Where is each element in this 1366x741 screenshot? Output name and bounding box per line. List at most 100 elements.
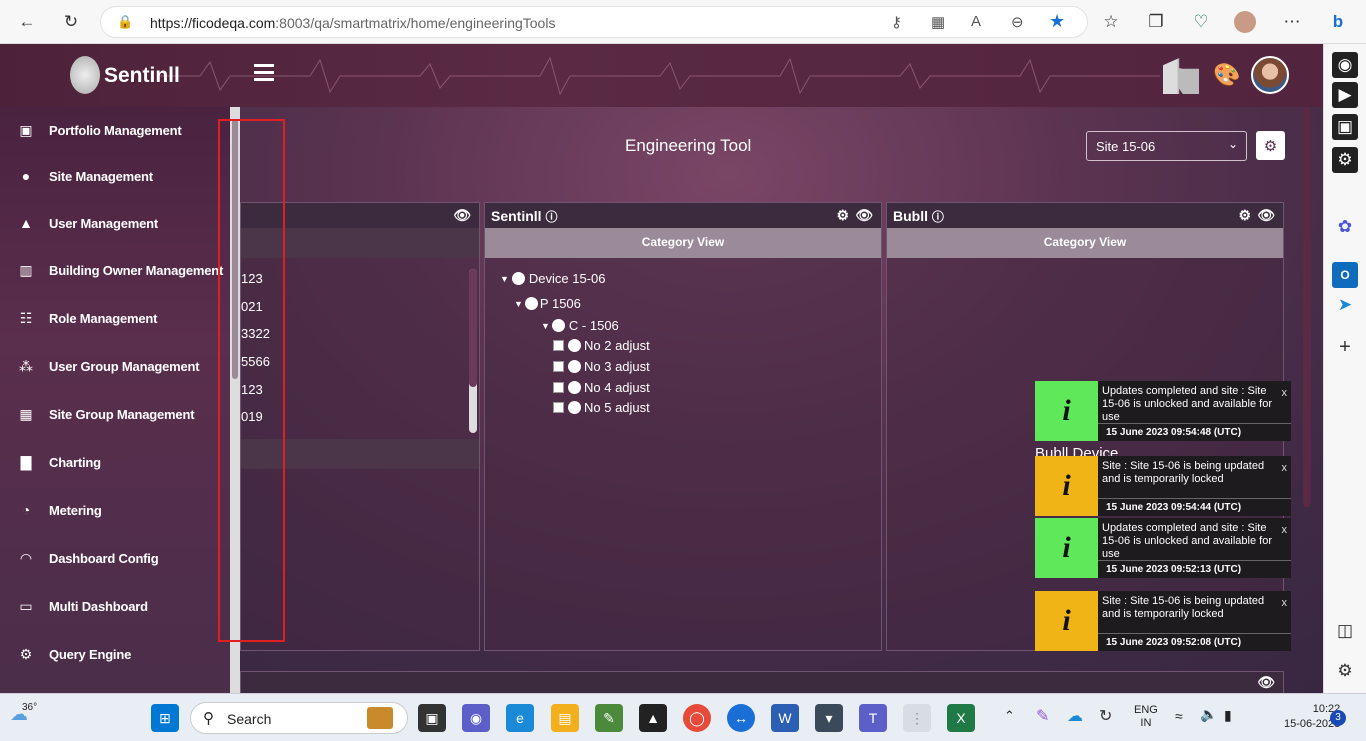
hamburger-menu-icon[interactable] — [254, 64, 274, 82]
profile-avatar[interactable] — [1234, 11, 1256, 33]
chat-icon[interactable]: ◉ — [462, 704, 490, 732]
chrome-icon[interactable]: ◯ — [683, 704, 711, 732]
tree-point[interactable]: No 4 adjust — [553, 380, 650, 395]
sidebar-item-query-engine[interactable]: ⚙ Query Engine — [0, 634, 230, 674]
notification-badge[interactable]: 3 — [1330, 710, 1346, 726]
excel-icon[interactable]: X — [947, 704, 975, 732]
collections-icon[interactable]: ❐ — [1145, 11, 1167, 33]
point-checkbox[interactable] — [553, 361, 564, 372]
browser-toolbar: ← ↻ 🔒 https://ficodeqa.com:8003/qa/smart… — [0, 0, 1366, 44]
site-select[interactable]: Site 15-06 ⌄ — [1086, 131, 1247, 161]
eye-icon[interactable]: 👁 — [855, 207, 873, 224]
health-icon[interactable]: ♡ — [1190, 11, 1212, 33]
send-icon[interactable]: ➤ — [1332, 292, 1358, 318]
buildings-icon[interactable] — [1163, 58, 1199, 94]
eye-icon[interactable]: 👁 — [453, 207, 471, 224]
info-icon[interactable]: ⓘ — [932, 210, 944, 224]
toast-message: Site : Site 15-06 is being updated and i… — [1102, 460, 1265, 485]
bing-icon[interactable]: b — [1327, 11, 1349, 33]
sidebar-item-label: Dashboard Config — [49, 550, 159, 566]
users-icon: ⁂ — [19, 357, 33, 374]
palette-icon[interactable]: 🎨 — [1213, 64, 1240, 86]
tree-device[interactable]: ▼ Device 15-06 — [500, 271, 606, 286]
favorites-icon[interactable]: ☆ — [1100, 11, 1122, 33]
point-checkbox[interactable] — [553, 382, 564, 393]
eye-icon[interactable]: 👁 — [1257, 674, 1275, 691]
add-icon[interactable]: + — [1332, 334, 1358, 360]
camera-icon[interactable]: ◉ — [1332, 52, 1358, 78]
tree-c[interactable]: ▼ C - 1506 — [541, 318, 619, 333]
tree-p[interactable]: ▼ P 1506 — [514, 296, 581, 311]
teamviewer-icon[interactable]: ↔ — [727, 704, 755, 732]
info-icon[interactable]: ⓘ — [545, 210, 557, 224]
sidebar-item-portfolio-management[interactable]: ▣ Portfolio Management — [0, 110, 230, 150]
chip-icon[interactable]: ⚙ — [1238, 207, 1251, 224]
edge-icon[interactable]: e — [506, 704, 534, 732]
onedrive-icon[interactable]: ☁ — [1067, 706, 1083, 726]
toast-notification: i Site : Site 15-06 is being updated and … — [1035, 456, 1291, 516]
search-box[interactable]: ⚲ Search — [190, 702, 408, 734]
gallery-icon[interactable]: ▣ — [1332, 114, 1358, 140]
copilot-icon[interactable]: ✿ — [1332, 214, 1358, 240]
chart-icon: ▇ — [20, 453, 32, 470]
split-view-icon[interactable]: ◫ — [1332, 618, 1358, 644]
chip-icon[interactable]: ⚙ — [836, 207, 849, 224]
sidebar-item-role-management[interactable]: ☷ Role Management — [0, 298, 230, 338]
point-checkbox[interactable] — [553, 340, 564, 351]
brain-logo-icon — [70, 56, 100, 94]
pen-icon[interactable]: ✎ — [1036, 706, 1049, 726]
chevron-up-icon[interactable]: ⌃ — [1004, 708, 1015, 724]
close-icon[interactable]: x — [1282, 597, 1288, 609]
outlook-icon[interactable]: O — [1332, 262, 1358, 288]
sidebar-item-site-group-management[interactable]: ▦ Site Group Management — [0, 394, 230, 434]
sync-icon[interactable]: ↻ — [1099, 706, 1112, 726]
sidebar-item-multi-dashboard[interactable]: ▭ Multi Dashboard — [0, 586, 230, 626]
info-icon: i — [1035, 591, 1098, 651]
close-icon[interactable]: x — [1282, 387, 1288, 399]
zoom-icon[interactable]: ⊖ — [1011, 13, 1024, 31]
sidebar-item-metering[interactable]: ◔ Metering — [0, 490, 230, 530]
read-aloud-icon[interactable]: A — [971, 13, 981, 30]
app-icon[interactable]: ▾ — [815, 704, 843, 732]
user-avatar[interactable] — [1251, 56, 1289, 94]
key-icon[interactable]: ⚷ — [891, 13, 902, 31]
language-indicator[interactable]: ENG IN — [1134, 704, 1158, 730]
task-view-icon[interactable]: ▣ — [418, 704, 446, 732]
sidebar-item-site-management[interactable]: ● Site Management — [0, 156, 230, 196]
refresh-icon[interactable]: ↻ — [60, 11, 82, 33]
network-app-icon[interactable]: ⋮ — [903, 704, 931, 732]
notepad-icon[interactable]: ✎ — [595, 704, 623, 732]
sidebar-item-user-management[interactable]: ▲ User Management — [0, 203, 230, 243]
sidebar-item-dashboard-config[interactable]: ◠ Dashboard Config — [0, 538, 230, 578]
sidebar-item-building-owner-management[interactable]: ▥ Building Owner Management — [0, 250, 230, 290]
battery-icon[interactable]: ▮ — [1224, 707, 1232, 724]
apps-icon[interactable]: ▦ — [931, 13, 945, 31]
toast-message: Updates completed and site : Site 15-06 … — [1102, 522, 1273, 560]
sidebar-item-user-group-management[interactable]: ⁂ User Group Management — [0, 346, 230, 386]
eye-icon[interactable]: 👁 — [1257, 207, 1275, 224]
start-icon[interactable]: ⊞ — [151, 704, 179, 732]
teams-icon[interactable]: T — [859, 704, 887, 732]
back-icon[interactable]: ← — [16, 11, 38, 33]
more-icon[interactable]: ⋯ — [1281, 11, 1303, 33]
tree-point[interactable]: No 3 adjust — [553, 359, 650, 374]
file-explorer-icon[interactable]: ▤ — [551, 704, 579, 732]
close-icon[interactable]: x — [1282, 524, 1288, 536]
volume-icon[interactable]: 🔈 — [1200, 706, 1217, 723]
page-scrollbar[interactable] — [1303, 107, 1311, 507]
wifi-icon[interactable]: ≈ — [1175, 708, 1183, 724]
point-checkbox[interactable] — [553, 402, 564, 413]
tree-point[interactable]: No 2 adjust — [553, 338, 650, 353]
address-bar[interactable]: 🔒 https://ficodeqa.com:8003/qa/smartmatr… — [100, 6, 1088, 38]
word-icon[interactable]: W — [771, 704, 799, 732]
video-icon[interactable]: ▶ — [1332, 82, 1358, 108]
left-scrollbar[interactable] — [469, 269, 477, 433]
side-settings-icon[interactable]: ⚙ — [1332, 658, 1358, 684]
sticky-notes-icon[interactable]: ▲ — [639, 704, 667, 732]
sidebar-item-charting[interactable]: ▇ Charting — [0, 442, 230, 482]
favorite-star-icon[interactable]: ★ — [1049, 11, 1065, 32]
settings-button[interactable]: ⚙ — [1256, 131, 1285, 160]
close-icon[interactable]: x — [1282, 462, 1288, 474]
tree-point[interactable]: No 5 adjust — [553, 400, 650, 415]
settings-gear-icon[interactable]: ⚙ — [1332, 147, 1358, 173]
